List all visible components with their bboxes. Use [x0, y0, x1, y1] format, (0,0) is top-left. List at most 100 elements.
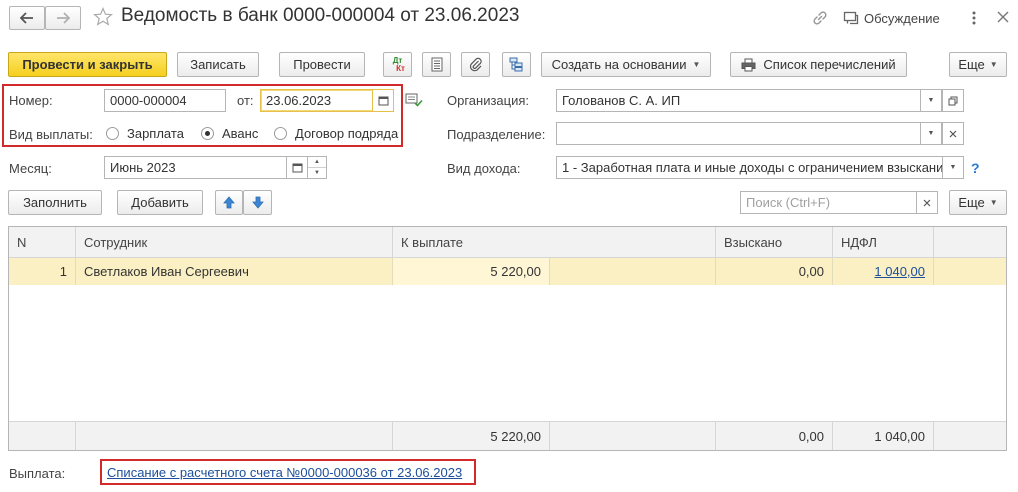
month-up-icon[interactable]: ▲ — [308, 157, 326, 168]
cell-to-pay: 5 220,00 — [393, 258, 550, 285]
date-field[interactable]: 23.06.2023 — [260, 89, 374, 112]
organization-open-button[interactable] — [942, 89, 964, 112]
close-icon[interactable] — [996, 10, 1010, 24]
dropdown-arrow-icon: ▼ — [927, 97, 935, 104]
post-and-close-button[interactable]: Провести и закрыть — [8, 52, 167, 77]
total-spacer — [934, 421, 1006, 450]
help-icon[interactable]: ? — [971, 160, 980, 176]
radio-contract-label[interactable]: Договор подряда — [295, 126, 400, 141]
payment-document-link[interactable]: Списание с расчетного счета №0000-000036… — [107, 465, 462, 480]
add-button[interactable]: Добавить — [117, 190, 203, 215]
ndfl-link[interactable]: 1 040,00 — [874, 264, 925, 279]
total-recovered: 0,00 — [716, 421, 833, 450]
discussion-label: Обсуждение — [864, 10, 940, 26]
date-from-label: от: — [237, 93, 254, 108]
total-employee — [76, 421, 393, 450]
open-window-icon — [948, 96, 958, 105]
link-icon[interactable] — [811, 9, 829, 27]
payment-footer-label: Выплата: — [9, 466, 66, 481]
employees-table[interactable]: N Сотрудник К выплате Взыскано НДФЛ 1 Св… — [8, 226, 1007, 451]
column-header-recovered[interactable]: Взыскано — [716, 227, 833, 258]
dropdown-arrow-icon: ▼ — [927, 130, 935, 137]
radio-contract[interactable] — [274, 127, 287, 140]
fill-button[interactable]: Заполнить — [8, 190, 102, 215]
division-label: Подразделение: — [447, 127, 546, 142]
total-n — [9, 421, 76, 450]
organization-label: Организация: — [447, 93, 530, 108]
arrow-down-icon — [251, 196, 264, 209]
cell-to-pay-extra — [550, 258, 716, 285]
discussion-button[interactable]: Обсуждение — [843, 8, 940, 28]
list-report-button[interactable] — [422, 52, 451, 77]
total-to-pay-extra — [550, 421, 716, 450]
month-field[interactable]: Июнь 2023 — [104, 156, 288, 179]
date-picker-button[interactable] — [372, 89, 394, 112]
division-clear-button[interactable] — [942, 122, 964, 145]
move-down-button[interactable] — [243, 190, 272, 215]
organization-dropdown[interactable]: ▼ — [920, 89, 942, 112]
attach-button[interactable] — [461, 52, 490, 77]
transfer-list-button[interactable]: Список перечислений — [730, 52, 907, 77]
cell-recovered: 0,00 — [716, 258, 833, 285]
cell-n: 1 — [9, 258, 76, 285]
organization-field[interactable]: Голованов С. А. ИП — [556, 89, 922, 112]
arrow-left-icon — [20, 12, 33, 24]
column-header-n[interactable]: N — [9, 227, 76, 258]
column-header-ndfl[interactable]: НДФЛ — [833, 227, 934, 258]
arrow-up-icon — [223, 196, 235, 209]
cell-ndfl[interactable]: 1 040,00 — [833, 258, 934, 285]
radio-advance[interactable] — [201, 127, 214, 140]
search-clear-button[interactable] — [916, 191, 938, 214]
page-title: Ведомость в банк 0000-000004 от 23.06.20… — [121, 5, 520, 26]
total-ndfl: 1 040,00 — [833, 421, 934, 450]
arrow-right-icon — [57, 12, 70, 24]
cell-employee: Светлаков Иван Сергеевич — [76, 258, 393, 285]
calendar-icon — [378, 96, 388, 106]
radio-advance-label[interactable]: Аванс — [222, 126, 258, 141]
structure-button[interactable] — [502, 52, 531, 77]
column-header-to-pay[interactable]: К выплате — [393, 227, 716, 258]
post-button[interactable]: Провести — [279, 52, 365, 77]
favorite-star-icon[interactable] — [92, 6, 114, 27]
month-picker-button[interactable] — [286, 156, 308, 179]
dropdown-arrow-icon: ▼ — [989, 60, 998, 69]
printer-icon — [741, 58, 756, 71]
chat-icon — [843, 11, 859, 24]
radio-salary-label[interactable]: Зарплата — [127, 126, 184, 141]
number-label: Номер: — [9, 93, 53, 108]
month-down-icon[interactable]: ▼ — [308, 168, 326, 178]
back-button[interactable] — [9, 6, 45, 30]
division-dropdown[interactable]: ▼ — [920, 122, 942, 145]
dropdown-arrow-icon: ▼ — [989, 198, 998, 207]
income-type-field[interactable]: 1 - Заработная плата и иные доходы с огр… — [556, 156, 944, 179]
number-field[interactable]: 0000-000004 — [104, 89, 226, 112]
move-up-button[interactable] — [215, 190, 243, 215]
create-based-on-button[interactable]: Создать на основании ▼ — [541, 52, 711, 77]
more-vertical-icon[interactable] — [969, 9, 979, 27]
paperclip-icon — [469, 57, 482, 72]
dt-kt-button[interactable]: Дт Кт — [383, 52, 412, 77]
division-field[interactable] — [556, 122, 922, 145]
forward-button[interactable] — [45, 6, 81, 30]
income-type-dropdown[interactable]: ▼ — [942, 156, 964, 179]
dt-kt-icon: Дт Кт — [392, 55, 405, 73]
search-input[interactable]: Поиск (Ctrl+F) — [740, 191, 918, 214]
total-to-pay: 5 220,00 — [393, 421, 550, 450]
clear-icon — [949, 130, 957, 137]
history-icon[interactable] — [405, 92, 423, 108]
column-header-employee[interactable]: Сотрудник — [76, 227, 393, 258]
month-label: Месяц: — [9, 161, 52, 176]
table-row[interactable]: 1 Светлаков Иван Сергеевич 5 220,00 0,00… — [9, 258, 1006, 285]
payment-type-label: Вид выплаты: — [9, 127, 93, 142]
table-more-button[interactable]: Еще ▼ — [949, 190, 1007, 215]
dropdown-arrow-icon: ▼ — [949, 164, 957, 171]
dropdown-arrow-icon: ▼ — [692, 60, 701, 69]
income-type-label: Вид дохода: — [447, 161, 521, 176]
month-stepper[interactable]: ▲ ▼ — [307, 156, 327, 179]
more-button[interactable]: Еще ▼ — [949, 52, 1007, 77]
save-button[interactable]: Записать — [177, 52, 259, 77]
hierarchy-icon — [509, 57, 522, 72]
clear-icon — [923, 199, 931, 206]
radio-salary[interactable] — [106, 127, 119, 140]
report-list-icon — [431, 57, 442, 72]
